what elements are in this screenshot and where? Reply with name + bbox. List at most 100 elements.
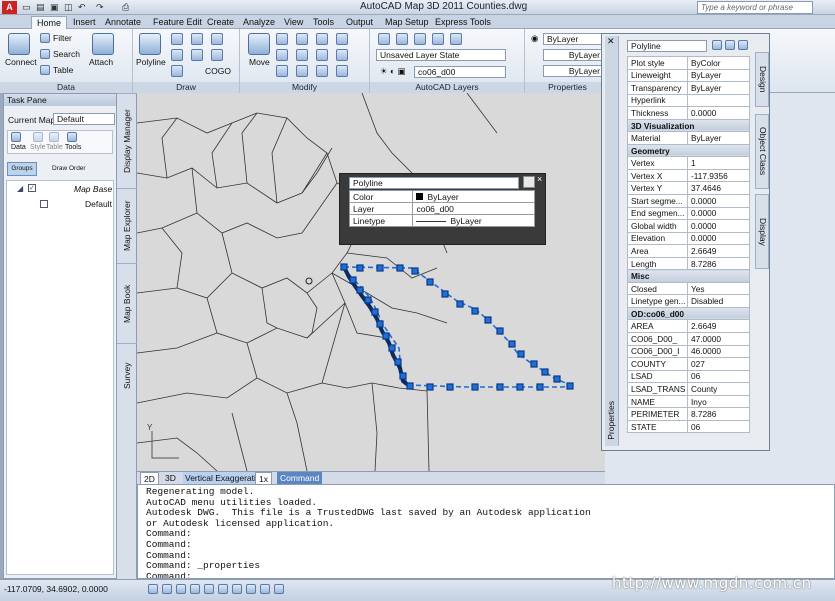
property-row[interactable]: Material ByLayer — [627, 131, 750, 145]
property-value[interactable]: 0.0000 — [687, 206, 750, 221]
property-value[interactable]: -117.9356 — [687, 168, 750, 183]
fillet-icon[interactable] — [296, 49, 308, 61]
lineweight-dropdown[interactable]: ByLayer — [543, 49, 603, 61]
layer-properties-icon[interactable] — [378, 33, 390, 45]
layer-isolate-icon[interactable] — [396, 33, 408, 45]
customize-icon[interactable] — [523, 176, 535, 188]
select-objects-icon[interactable] — [725, 40, 735, 50]
property-value[interactable]: 0.0000 — [687, 106, 750, 120]
scale-icon[interactable] — [296, 65, 308, 77]
connect-button[interactable]: Connect — [5, 57, 37, 67]
search-icon[interactable] — [40, 49, 50, 59]
groups-button[interactable]: Groups — [7, 162, 37, 176]
property-row[interactable]: Vertex 1 — [627, 156, 750, 170]
offset-icon[interactable] — [336, 49, 348, 61]
object-type-dropdown[interactable]: Polyline — [627, 40, 707, 52]
tab-map-book[interactable]: Map Book — [117, 263, 137, 343]
table-button[interactable]: Table — [53, 65, 73, 75]
hatch-icon[interactable] — [211, 33, 223, 45]
property-row[interactable]: Vertex Y 37.4646 — [627, 181, 750, 195]
property-value[interactable]: ByLayer — [687, 131, 750, 145]
color-dropdown[interactable]: ByLayer — [543, 33, 603, 45]
property-row[interactable]: LSAD_TRANS County — [627, 382, 750, 396]
property-row[interactable]: Linetype gen... Disabled — [627, 294, 750, 308]
table-icon[interactable] — [49, 132, 59, 142]
draw-order-button[interactable]: Draw Order — [40, 162, 90, 176]
erase-icon[interactable] — [316, 33, 328, 45]
polar-icon[interactable] — [190, 584, 200, 594]
tree-item-map-base[interactable]: Map Base — [74, 184, 112, 194]
help-search-input[interactable]: Type a keyword or phrase — [697, 1, 813, 14]
tab-display-manager[interactable]: Display Manager — [117, 93, 137, 188]
lwt-icon[interactable] — [260, 584, 270, 594]
stretch-icon[interactable] — [276, 65, 288, 77]
command-window[interactable]: Regenerating model. AutoCAD menu utilitie… — [137, 484, 835, 579]
mode-3d-button[interactable]: 3D — [165, 472, 176, 484]
tab-map-setup[interactable]: Map Setup — [380, 16, 434, 29]
data-icon[interactable] — [11, 132, 21, 142]
tools-icon[interactable] — [67, 132, 77, 142]
property-section-header[interactable]: Misc — [627, 269, 750, 283]
property-value[interactable]: ByLayer — [687, 81, 750, 95]
new-icon[interactable]: ▭ — [22, 2, 31, 13]
property-value[interactable]: Inyo — [687, 394, 750, 409]
quick-select-icon[interactable] — [738, 40, 748, 50]
style-icon[interactable] — [33, 132, 43, 142]
arc-icon[interactable] — [171, 33, 183, 45]
application-menu-button[interactable]: A — [2, 1, 17, 14]
close-icon[interactable]: × — [537, 174, 542, 184]
polyline-button[interactable]: Polyline — [136, 57, 166, 67]
tab-output[interactable]: Output — [341, 16, 378, 29]
property-value[interactable]: 47.0000 — [687, 332, 750, 346]
connect-icon[interactable] — [8, 33, 30, 55]
expand-icon[interactable]: ◢ — [17, 184, 23, 193]
property-row[interactable]: LSAD 06 — [627, 369, 750, 384]
save-as-icon[interactable]: ◫ — [64, 2, 73, 13]
layer-freeze-icon[interactable] — [432, 33, 444, 45]
quick-props-row[interactable]: Layer co06_d00 — [348, 202, 535, 215]
explode-icon[interactable] — [336, 33, 348, 45]
qp-icon[interactable] — [274, 584, 284, 594]
ortho-icon[interactable] — [176, 584, 186, 594]
filter-icon[interactable] — [40, 33, 50, 43]
property-row[interactable]: PERIMETER 8.7286 — [627, 407, 750, 421]
polyline-icon[interactable] — [139, 33, 161, 55]
property-value[interactable]: 06 — [687, 419, 750, 434]
property-row[interactable]: Plot style ByColor — [627, 56, 750, 70]
attach-button[interactable]: Attach — [89, 57, 113, 67]
tab-express-tools[interactable]: Express Tools — [430, 16, 496, 29]
tab-home[interactable]: Home — [31, 16, 68, 29]
property-section-header[interactable]: Geometry — [627, 143, 750, 158]
save-icon[interactable]: ▣ — [50, 2, 59, 13]
property-value[interactable]: 2.6649 — [687, 319, 750, 334]
linetype-dropdown[interactable]: ByLayer — [543, 65, 603, 77]
table-icon[interactable] — [40, 65, 50, 75]
property-section-header[interactable]: 3D Visualization — [627, 118, 750, 133]
property-row[interactable]: Lineweight ByLayer — [627, 68, 750, 83]
drawing-canvas[interactable]: Y — [137, 93, 605, 471]
tab-survey[interactable]: Survey — [117, 343, 137, 408]
property-row[interactable]: Global width 0.0000 — [627, 219, 750, 233]
tab-create[interactable]: Create — [202, 16, 239, 29]
tab-display[interactable]: Display — [755, 194, 769, 269]
join-icon[interactable] — [336, 65, 348, 77]
tab-design[interactable]: Design — [755, 52, 769, 107]
property-value[interactable]: ByLayer — [687, 68, 750, 83]
spline-icon[interactable] — [171, 65, 183, 77]
current-map-dropdown[interactable]: Default — [53, 113, 115, 125]
region-icon[interactable] — [211, 49, 223, 61]
property-row[interactable]: Transparency ByLayer — [627, 81, 750, 95]
property-value[interactable] — [687, 93, 750, 108]
layer-lock-icon[interactable] — [450, 33, 462, 45]
toggle-pickadd-icon[interactable] — [712, 40, 722, 50]
property-row[interactable]: CO06_D00_I 46.0000 — [627, 344, 750, 359]
layer-off-icon[interactable] — [414, 33, 426, 45]
property-section-header[interactable]: OD:co06_d00 — [627, 306, 750, 321]
property-value[interactable]: 8.7286 — [687, 407, 750, 421]
tab-object-class[interactable]: Object Class — [755, 114, 769, 189]
property-row[interactable]: CO06_D00_ 47.0000 — [627, 332, 750, 346]
redo-icon[interactable]: ↷ — [96, 2, 104, 13]
tree-item-default[interactable]: Default — [85, 199, 112, 209]
trim-icon[interactable] — [296, 33, 308, 45]
property-value[interactable]: 06 — [687, 369, 750, 384]
